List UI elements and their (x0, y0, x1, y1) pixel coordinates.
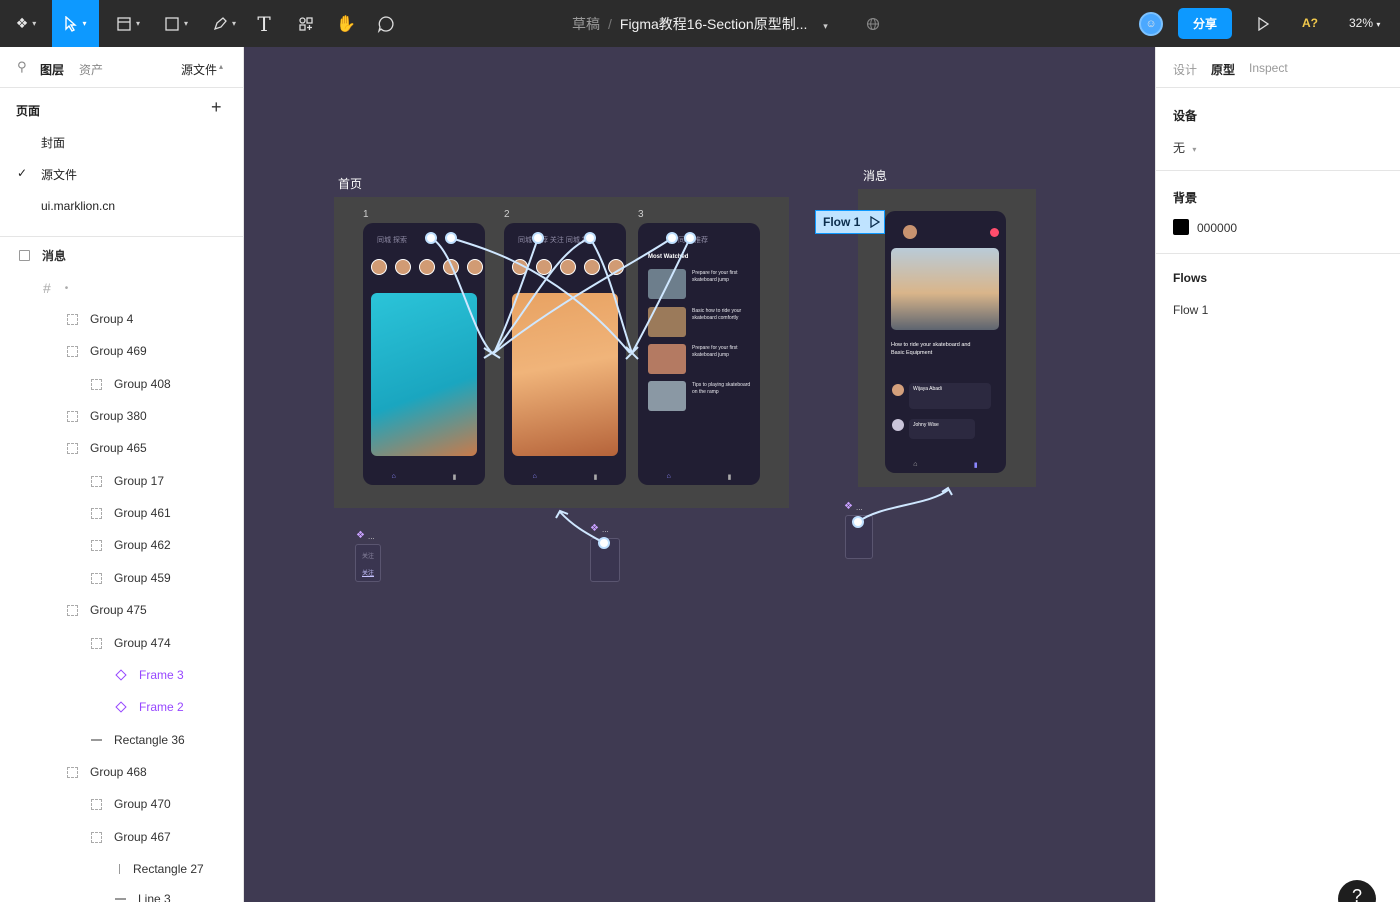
tab-design[interactable]: 设计 (1173, 61, 1197, 78)
connection-node[interactable] (445, 232, 457, 244)
tab-inspect[interactable]: Inspect (1249, 61, 1288, 75)
connection-line (589, 237, 633, 354)
tab-prototype[interactable]: 原型 (1211, 61, 1235, 78)
chevron-down-icon: ▾ (1376, 20, 1381, 29)
zoom-level[interactable]: 32% ▾ (1349, 16, 1380, 30)
flow-item[interactable]: Flow 1 (1173, 303, 1208, 317)
background-color-swatch[interactable] (1173, 219, 1189, 235)
zoom-value: 32% (1349, 16, 1374, 30)
arrowhead (490, 347, 501, 359)
connection-line (559, 511, 605, 544)
background-hex-input[interactable]: 000000 (1197, 221, 1237, 235)
accessibility-check[interactable]: A? (1302, 16, 1318, 30)
connection-node[interactable] (425, 232, 437, 244)
background-header: 背景 (1173, 191, 1198, 205)
flows-header: Flows (1173, 271, 1208, 285)
device-header: 设备 (1173, 109, 1198, 123)
share-button[interactable]: 分享 (1178, 8, 1232, 39)
right-panel: 设计 原型 Inspect 设备 无 ▾ 背景 000000 Flows Flo… (1155, 47, 1400, 902)
play-icon (1258, 16, 1269, 31)
present-button[interactable] (1252, 0, 1274, 47)
divider (1156, 170, 1400, 171)
connection-node[interactable] (584, 232, 596, 244)
connection-line (430, 237, 493, 354)
connection-node[interactable] (852, 516, 864, 528)
question-icon: ? (1351, 886, 1362, 902)
divider (1156, 253, 1400, 254)
connection-line (450, 237, 631, 354)
device-select[interactable]: 无 ▾ (1173, 139, 1196, 156)
connection-node[interactable] (684, 232, 696, 244)
connection-node[interactable] (666, 232, 678, 244)
arrowhead (630, 346, 639, 360)
connection-line (857, 489, 949, 523)
chevron-down-icon: ▾ (1192, 145, 1197, 154)
connection-node[interactable] (532, 232, 544, 244)
connection-node[interactable] (598, 537, 610, 549)
connection-line (493, 237, 673, 354)
device-value: 无 (1173, 141, 1186, 155)
connection-line (631, 237, 691, 354)
prototype-connections (430, 237, 953, 544)
properties-tabs: 设计 原型 Inspect (1156, 47, 1400, 88)
